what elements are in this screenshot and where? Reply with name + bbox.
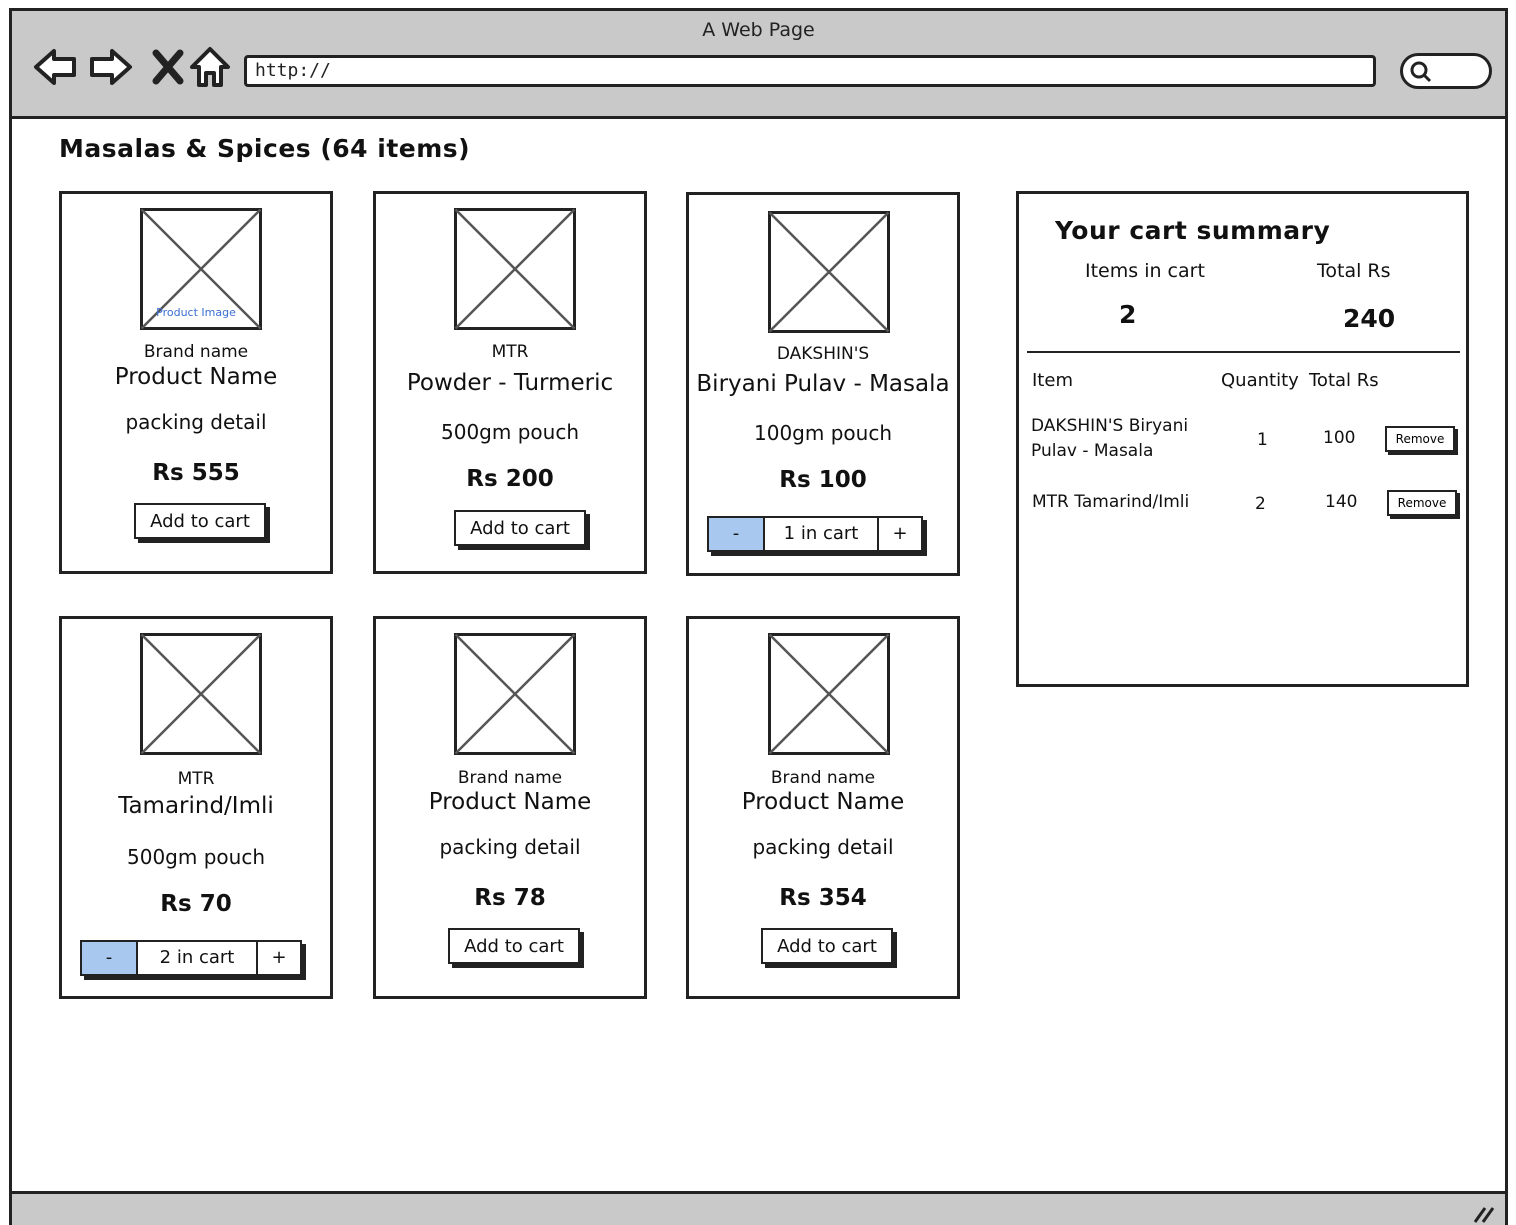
product-packing: 100gm pouch [754, 421, 892, 445]
search-icon [1410, 61, 1432, 83]
product-packing: 500gm pouch [127, 845, 265, 869]
forward-icon[interactable] [86, 43, 134, 91]
add-to-cart-button[interactable]: Add to cart [454, 510, 586, 546]
product-brand: MTR [491, 342, 529, 362]
column-header-item: Item [1032, 370, 1073, 391]
title-bar: A Web Page http:// [12, 11, 1505, 119]
cart-divider [1027, 351, 1460, 353]
quantity-stepper: - 2 in cart + [80, 940, 302, 976]
decrease-button[interactable]: - [709, 518, 765, 550]
product-packing: packing detail [439, 835, 581, 859]
add-to-cart-button[interactable]: Add to cart [761, 928, 893, 964]
stop-icon[interactable] [144, 43, 192, 91]
product-packing: packing detail [125, 410, 267, 434]
product-name[interactable]: Product Name [62, 364, 330, 390]
cart-count: 2 in cart [159, 947, 235, 968]
cart-item-name: DAKSHIN'S Biryani Pulav - Masala [1031, 414, 1188, 464]
image-caption: Product Image [156, 306, 236, 319]
home-icon[interactable] [186, 43, 234, 91]
total-label: Total Rs [1317, 260, 1391, 282]
product-price: Rs 555 [152, 460, 240, 486]
product-name[interactable]: Product Name [376, 789, 644, 815]
product-card: Brand name Product Name packing detail R… [686, 616, 960, 999]
items-count: 2 [1119, 300, 1137, 329]
product-name[interactable]: Powder - Turmeric [376, 370, 644, 396]
cart-title: Your cart summary [1055, 216, 1331, 245]
product-card: Brand name Product Name packing detail R… [373, 616, 647, 999]
product-card: MTR Powder - Turmeric 500gm pouch Rs 200… [373, 191, 647, 574]
product-brand: Brand name [457, 768, 563, 788]
resize-handle-icon[interactable] [1471, 1204, 1495, 1224]
page-title: Masalas & Spices (64 items) [59, 134, 471, 163]
product-name[interactable]: Tamarind/Imli [62, 793, 330, 819]
product-price: Rs 354 [779, 885, 867, 911]
url-bar[interactable]: http:// [244, 55, 1376, 87]
cart-summary-panel: Your cart summary Items in cart Total Rs… [1016, 191, 1469, 687]
image-placeholder-icon [768, 633, 890, 755]
product-price: Rs 70 [160, 891, 232, 917]
product-packing: packing detail [752, 835, 894, 859]
product-card: MTR Tamarind/Imli 500gm pouch Rs 70 - 2 … [59, 616, 333, 999]
column-header-quantity: Quantity [1221, 370, 1299, 391]
image-placeholder-icon [768, 211, 890, 333]
back-icon[interactable] [32, 43, 80, 91]
quantity-stepper: - 1 in cart + [707, 516, 923, 552]
product-brand: Brand name [143, 342, 249, 362]
product-price: Rs 78 [474, 885, 546, 911]
increase-button[interactable]: + [877, 518, 921, 550]
cart-item-quantity: 2 [1255, 494, 1266, 514]
image-placeholder-icon [454, 633, 576, 755]
product-card: DAKSHIN'S Biryani Pulav - Masala 100gm p… [686, 192, 960, 576]
increase-button[interactable]: + [256, 942, 300, 974]
remove-button[interactable]: Remove [1385, 426, 1455, 452]
column-header-total: Total Rs [1309, 370, 1379, 391]
cart-item-name: MTR Tamarind/Imli [1032, 492, 1190, 512]
product-name[interactable]: Biryani Pulav - Masala [689, 371, 957, 397]
cart-item-total: 100 [1323, 428, 1356, 448]
image-placeholder-icon [140, 633, 262, 755]
product-price: Rs 200 [466, 466, 554, 492]
cart-item-name-line: DAKSHIN'S Biryani [1031, 416, 1189, 436]
cart-item-name-line: Pulav - Masala [1031, 441, 1154, 461]
search-box[interactable] [1400, 53, 1492, 89]
remove-button[interactable]: Remove [1387, 490, 1457, 516]
cart-count: 1 in cart [783, 523, 859, 544]
product-price: Rs 100 [779, 467, 867, 493]
cart-total: 240 [1343, 304, 1396, 333]
window-title: A Web Page [702, 19, 815, 41]
items-in-cart-label: Items in cart [1085, 260, 1205, 282]
cart-item-total: 140 [1325, 492, 1358, 512]
product-brand: Brand name [770, 768, 876, 788]
product-packing: 500gm pouch [441, 420, 579, 444]
product-brand: MTR [177, 769, 215, 789]
product-card: Product Image Brand name Product Name pa… [59, 191, 333, 574]
status-bar [12, 1191, 1505, 1225]
product-brand: DAKSHIN'S [776, 344, 870, 364]
decrease-button[interactable]: - [82, 942, 138, 974]
cart-item-quantity: 1 [1257, 430, 1268, 450]
add-to-cart-button[interactable]: Add to cart [448, 928, 580, 964]
product-name[interactable]: Product Name [689, 789, 957, 815]
add-to-cart-button[interactable]: Add to cart [134, 503, 266, 539]
image-placeholder-icon [454, 208, 576, 330]
